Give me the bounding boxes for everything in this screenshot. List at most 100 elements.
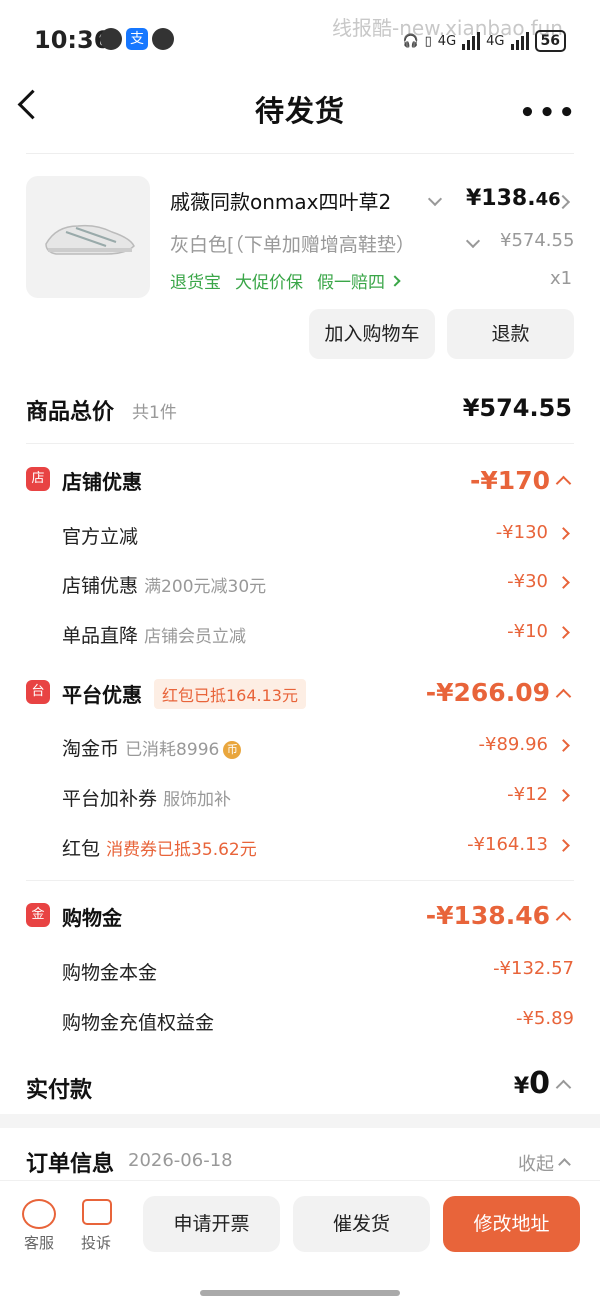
more-icon[interactable]: ••• bbox=[519, 98, 578, 128]
refund-button[interactable]: 退款 bbox=[447, 309, 574, 359]
store-discount-value[interactable]: -¥170 bbox=[470, 466, 550, 495]
chevron-up-icon[interactable] bbox=[555, 911, 572, 928]
discount-item-label: 平台加补券 服饰加补 bbox=[62, 784, 231, 811]
collapse-button[interactable]: 收起 bbox=[518, 1150, 554, 1176]
divider bbox=[26, 443, 574, 444]
product-variant[interactable]: 灰白色[（下单加赠增高鞋垫） bbox=[170, 230, 450, 257]
complaint-icon[interactable] bbox=[82, 1199, 112, 1225]
platform-discount-title: 平台优惠 bbox=[62, 683, 142, 707]
item-sub-text: 店铺会员立减 bbox=[144, 627, 247, 647]
signal-icon-2 bbox=[510, 32, 529, 50]
chevron-up-icon[interactable] bbox=[555, 1079, 572, 1096]
discount-item-value[interactable]: -¥12 bbox=[507, 784, 548, 805]
headset-icon: 🎧 bbox=[402, 33, 419, 49]
network-label-2: 4G bbox=[486, 33, 505, 49]
price-main: ¥138. bbox=[466, 186, 536, 211]
discount-item-value[interactable]: -¥89.96 bbox=[479, 734, 548, 755]
discount-item-value[interactable]: -¥164.13 bbox=[467, 834, 548, 855]
item-label-text: 单品直降 bbox=[62, 625, 139, 647]
order-date: 2026-06-18 bbox=[128, 1150, 233, 1171]
divider bbox=[26, 153, 574, 154]
chevron-right-icon[interactable] bbox=[557, 626, 570, 639]
chevron-down-icon[interactable] bbox=[427, 191, 443, 207]
chevron-right-icon[interactable] bbox=[557, 789, 570, 802]
tag-price-protect: 大促价保 bbox=[235, 273, 303, 293]
chevron-right-icon[interactable] bbox=[557, 527, 570, 540]
shopping-gold-icon: 金 bbox=[26, 903, 50, 927]
store-icon: 店 bbox=[26, 467, 50, 491]
discount-item-label: 单品直降 店铺会员立减 bbox=[62, 621, 246, 648]
total-count: 共1件 bbox=[132, 403, 177, 423]
service-icon[interactable] bbox=[22, 1199, 56, 1229]
item-label-text: 店铺优惠 bbox=[62, 575, 139, 597]
discount-item-value[interactable]: -¥130 bbox=[496, 522, 548, 543]
tags-chevron-icon bbox=[389, 274, 401, 287]
quantity: x1 bbox=[550, 268, 573, 289]
variant-chevron-icon[interactable] bbox=[465, 233, 481, 249]
home-indicator[interactable] bbox=[200, 1290, 400, 1296]
paid-label: 实付款 bbox=[26, 1078, 93, 1103]
gold-item-label: 购物金充值权益金 bbox=[62, 1012, 215, 1034]
section-gap bbox=[0, 1114, 600, 1128]
shopping-gold-value[interactable]: -¥138.46 bbox=[426, 901, 550, 930]
page-title: 待发货 bbox=[254, 94, 345, 128]
total-label: 商品总价 bbox=[26, 400, 115, 425]
chevron-up-icon[interactable] bbox=[555, 475, 572, 492]
discount-item-label: 官方立减 bbox=[62, 526, 139, 548]
chevron-right-icon[interactable] bbox=[557, 576, 570, 589]
shopping-gold-title: 购物金 bbox=[62, 906, 122, 930]
gold-item-label: 购物金本金 bbox=[62, 962, 158, 984]
status-time: 10:36 bbox=[34, 26, 111, 54]
discount-item-label: 店铺优惠 满200元减30元 bbox=[62, 571, 266, 598]
complaint-label[interactable]: 投诉 bbox=[71, 1232, 121, 1253]
paid-amount: ¥0 bbox=[514, 1066, 550, 1101]
status-right: 🎧 ▯ 4G 4G 56 bbox=[402, 30, 566, 52]
alipay-icon: 支 bbox=[126, 28, 148, 50]
discount-item-value[interactable]: -¥10 bbox=[507, 621, 548, 642]
name-fade bbox=[398, 184, 420, 214]
item-sub-text: 已消耗8996 bbox=[125, 740, 220, 760]
network-label-1: 4G bbox=[437, 33, 457, 49]
add-to-cart-button[interactable]: 加入购物车 bbox=[309, 309, 435, 359]
shoe-icon bbox=[45, 224, 135, 255]
order-info-label: 订单信息 bbox=[26, 1152, 115, 1177]
signal-icon bbox=[462, 32, 481, 50]
item-sub-text: 满200元减30元 bbox=[144, 577, 267, 597]
service-tags[interactable]: 退货宝 大促价保 假一赔四 bbox=[170, 268, 401, 293]
vibrate-icon: ▯ bbox=[424, 33, 432, 49]
discount-item-label: 红包 消费券已抵35.62元 bbox=[62, 834, 257, 861]
coin-icon: 币 bbox=[223, 740, 242, 759]
invoice-button[interactable]: 申请开票 bbox=[143, 1196, 280, 1252]
tag-fake-compensate: 假一赔四 bbox=[317, 273, 385, 293]
platform-discount-value[interactable]: -¥266.09 bbox=[426, 678, 550, 707]
product-name[interactable]: 戚薇同款onmax四叶草2 bbox=[170, 186, 418, 215]
paid-currency: ¥ bbox=[513, 1074, 530, 1099]
chevron-right-icon[interactable] bbox=[557, 739, 570, 752]
status-bar: 10:36 支 线报酷-new.xianbao.fun 🎧 ▯ 4G 4G 56 bbox=[0, 0, 600, 80]
urge-shipping-button[interactable]: 催发货 bbox=[293, 1196, 430, 1252]
original-price: ¥574.55 bbox=[500, 230, 575, 251]
alarm-icon bbox=[100, 28, 122, 50]
change-address-button[interactable]: 修改地址 bbox=[443, 1196, 580, 1252]
product-image[interactable] bbox=[26, 176, 150, 298]
item-label-text: 平台加补券 bbox=[62, 788, 158, 810]
chevron-up-icon[interactable] bbox=[555, 688, 572, 705]
battery-icon: 56 bbox=[534, 30, 566, 52]
paid-value: 0 bbox=[529, 1066, 550, 1101]
gold-item-value: -¥132.57 bbox=[493, 958, 574, 979]
tag-return: 退货宝 bbox=[170, 273, 221, 293]
item-sub-text: 服饰加补 bbox=[163, 790, 232, 810]
item-label-text: 淘金币 bbox=[62, 738, 120, 760]
chevron-up-icon[interactable] bbox=[558, 1158, 571, 1171]
item-sub-text: 消费券已抵35.62元 bbox=[106, 840, 257, 860]
hand-icon bbox=[152, 28, 174, 50]
gold-item-value: -¥5.89 bbox=[515, 1008, 574, 1029]
discount-item-label: 淘金币 已消耗8996 币 bbox=[62, 734, 242, 761]
discount-item-value[interactable]: -¥30 bbox=[507, 571, 548, 592]
divider bbox=[26, 880, 574, 881]
chevron-right-icon[interactable] bbox=[557, 839, 570, 852]
service-label[interactable]: 客服 bbox=[14, 1232, 64, 1253]
item-label-text: 红包 bbox=[62, 838, 101, 860]
platform-icon: 台 bbox=[26, 680, 50, 704]
total-value: ¥574.55 bbox=[462, 394, 572, 422]
